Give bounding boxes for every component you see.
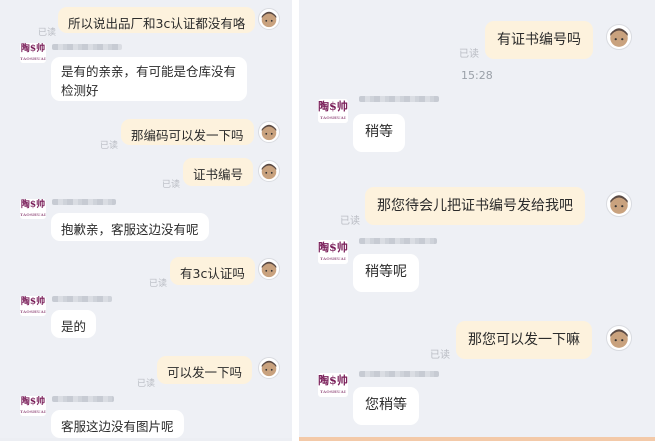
user-face-icon <box>610 329 628 348</box>
read-receipt: 已读 <box>137 379 156 389</box>
sender-name-blurred <box>359 371 439 377</box>
user-avatar <box>606 191 632 217</box>
shop-avatar: 陶$帅 TAOSHUAI <box>318 240 348 264</box>
outgoing-message-bubble[interactable]: 那您可以发一下嘛 <box>456 321 592 359</box>
user-face-icon <box>610 28 628 47</box>
sender-name-blurred <box>52 199 116 205</box>
sender-name-blurred <box>52 396 114 402</box>
user-avatar <box>258 258 280 280</box>
incoming-message-bubble[interactable]: 客服这边没有图片呢 <box>51 410 184 438</box>
timestamp: 15:28 <box>461 69 493 82</box>
user-face-icon <box>261 124 277 141</box>
user-avatar <box>606 24 632 50</box>
user-face-icon <box>610 195 628 214</box>
incoming-message-bubble[interactable]: 稍等呢 <box>353 254 419 292</box>
outgoing-message-bubble[interactable]: 有3c认证吗 <box>170 257 255 285</box>
shop-avatar: 陶$帅 TAOSHUAI <box>318 373 348 397</box>
outgoing-message-bubble[interactable]: 那您待会儿把证书编号发给我吧 <box>365 187 585 225</box>
outgoing-message-bubble[interactable]: 所以说出品厂和3c认证都没有咯 <box>58 7 256 33</box>
shop-avatar: 陶$帅 TAOSHUAI <box>20 43 46 63</box>
outgoing-message-bubble[interactable]: 可以发一下吗 <box>157 356 253 384</box>
read-receipt: 已读 <box>340 216 360 227</box>
read-receipt: 已读 <box>430 350 450 361</box>
user-face-icon <box>261 163 277 180</box>
read-receipt: 已读 <box>162 180 181 190</box>
right-chat-panel: 有证书编号吗 已读 15:28 陶$帅 TAOSHUAI 稍等 那您待会儿把证书编… <box>299 0 655 441</box>
shop-avatar: 陶$帅 TAOSHUAI <box>20 396 46 416</box>
user-avatar <box>258 121 280 143</box>
shop-avatar: 陶$帅 TAOSHUAI <box>20 296 46 316</box>
incoming-message-bubble[interactable]: 是的 <box>51 310 97 338</box>
sender-name-blurred <box>52 44 122 50</box>
sender-name-blurred <box>359 238 437 244</box>
sender-name-blurred <box>52 296 112 302</box>
user-face-icon <box>261 261 277 278</box>
incoming-message-bubble[interactable]: 稍等 <box>353 114 405 152</box>
outgoing-message-bubble[interactable]: 证书编号 <box>183 158 254 186</box>
shop-avatar: 陶$帅 TAOSHUAI <box>318 99 348 123</box>
outgoing-message-bubble[interactable]: 有证书编号吗 <box>485 21 593 59</box>
user-avatar <box>606 325 632 351</box>
read-receipt: 已读 <box>149 279 168 289</box>
user-avatar <box>258 357 280 379</box>
outgoing-message-bubble[interactable]: 那编码可以发一下吗 <box>121 119 254 145</box>
user-face-icon <box>261 11 277 28</box>
shop-avatar: 陶$帅 TAOSHUAI <box>20 199 46 219</box>
right-bottom-edge <box>299 437 655 441</box>
user-avatar <box>258 160 280 182</box>
sender-name-blurred <box>359 96 439 102</box>
read-receipt: 已读 <box>459 49 479 60</box>
user-face-icon <box>261 360 277 377</box>
incoming-message-bubble[interactable]: 您稍等 <box>353 387 419 425</box>
user-avatar <box>258 8 280 30</box>
incoming-message-bubble[interactable]: 是有的亲亲，有可能是仓库没有检测好 <box>51 57 247 101</box>
read-receipt: 已读 <box>38 28 57 38</box>
incoming-message-bubble[interactable]: 抱歉亲，客服这边没有呢 <box>51 213 209 241</box>
read-receipt: 已读 <box>100 141 119 151</box>
left-chat-panel: 所以说出品厂和3c认证都没有咯 已读 陶$帅 TAOSHUAI 是有的亲亲，有可能… <box>0 0 292 441</box>
